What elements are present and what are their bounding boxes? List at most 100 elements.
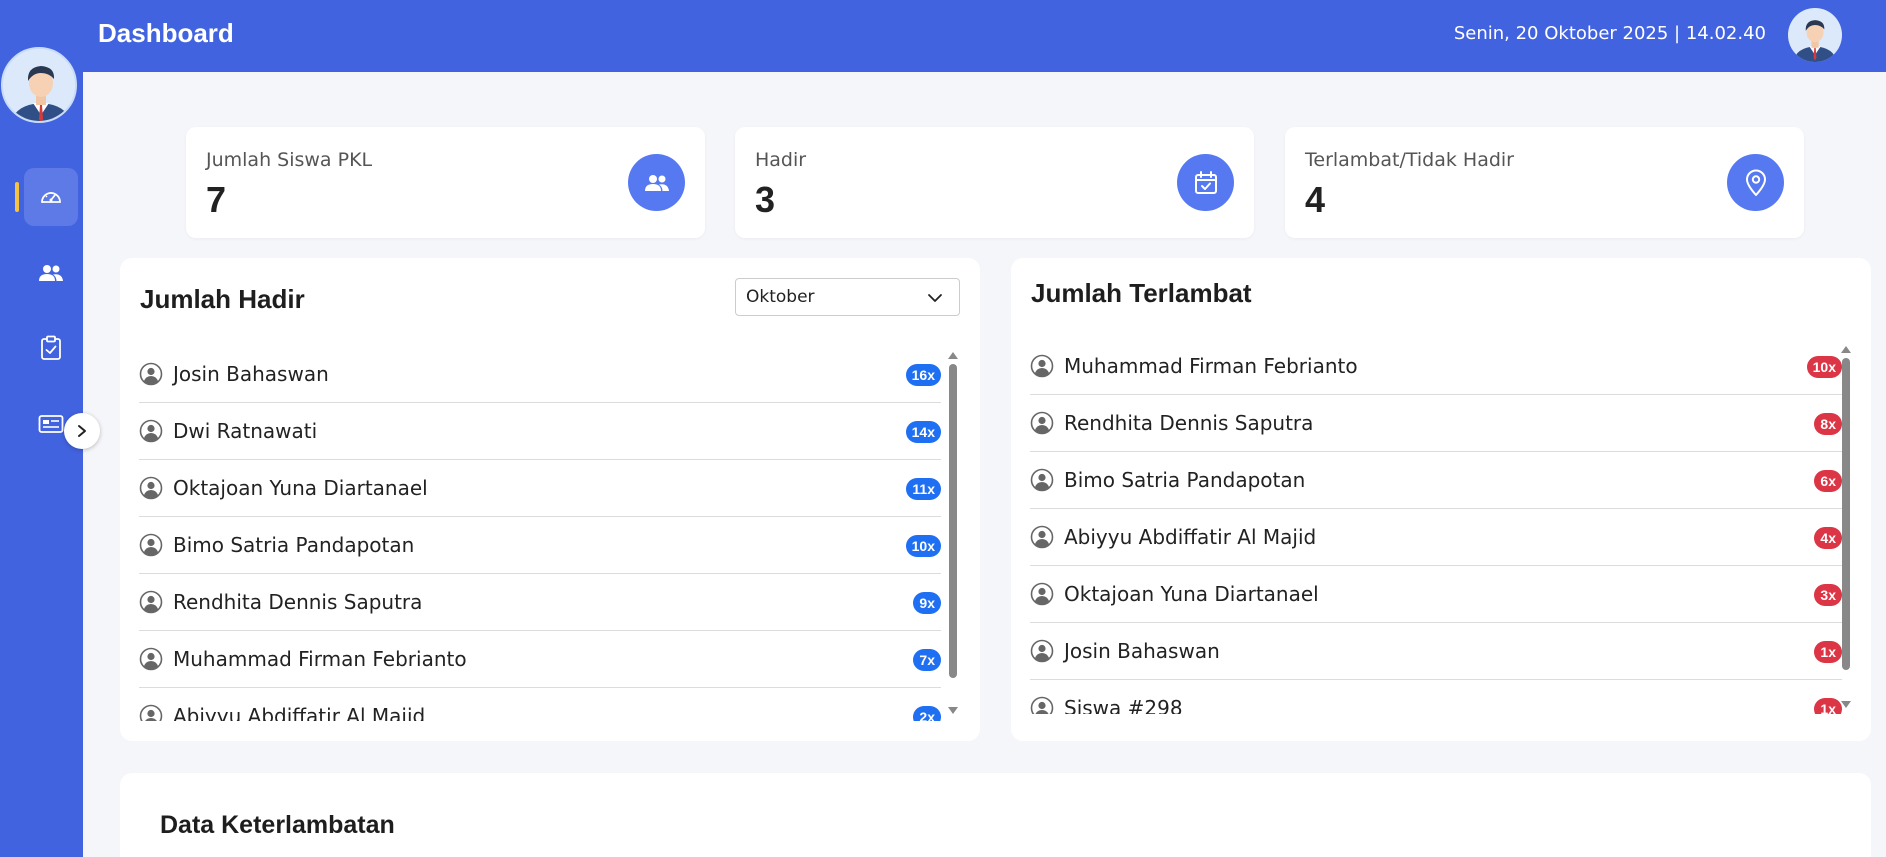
count-badge: 9x [913, 592, 941, 614]
list-item: Rendhita Dennis Saputra 9x [139, 574, 941, 631]
scroll-up-arrow[interactable] [947, 350, 959, 360]
person-icon [1030, 639, 1054, 663]
student-name: Oktajoan Yuna Diartanael [1064, 582, 1319, 606]
count-badge: 8x [1814, 413, 1842, 435]
dashboard-gauge-icon [41, 192, 61, 203]
list-item: Muhammad Firman Febrianto 10x [1030, 338, 1842, 395]
data-keterlambatan-card: Data Keterlambatan [120, 773, 1871, 857]
terlambat-scrollbar[interactable] [1840, 344, 1852, 714]
count-badge: 3x [1814, 584, 1842, 606]
active-indicator [15, 182, 19, 212]
count-badge: 14x [905, 421, 941, 443]
stat-value: 4 [1305, 179, 1326, 220]
count-badge: 16x [905, 364, 941, 386]
list-item: Siswa #298 1x [1030, 680, 1842, 714]
count-badge: 11x [906, 478, 941, 500]
list-item: Muhammad Firman Febrianto 7x [139, 631, 941, 688]
person-icon [139, 419, 163, 443]
person-icon [1030, 468, 1054, 492]
panel-jumlah-terlambat: Jumlah Terlambat Muhammad Firman Febrian… [1011, 258, 1871, 741]
hadir-scrollbar[interactable] [947, 350, 959, 720]
count-badge: 7x [913, 649, 941, 671]
list-item: Oktajoan Yuna Diartanael 3x [1030, 566, 1842, 623]
count-badge: 1x [1814, 641, 1842, 663]
student-name: Siswa #298 [1064, 696, 1183, 714]
person-icon [139, 704, 163, 721]
panel-title: Jumlah Hadir [140, 284, 305, 314]
list-item: Rendhita Dennis Saputra 8x [1030, 395, 1842, 452]
stat-card-terlambat: Terlambat/Tidak Hadir 4 [1285, 127, 1804, 238]
count-badge: 2x [913, 706, 941, 721]
list-item: Bimo Satria Pandapotan 10x [139, 517, 941, 574]
list-item: Abiyyu Abdiffatir Al Majid 4x [1030, 509, 1842, 566]
stat-card-hadir: Hadir 3 [735, 127, 1254, 238]
users-icon [628, 154, 685, 211]
student-name: Abiyyu Abdiffatir Al Majid [173, 704, 426, 721]
sidebar [0, 0, 100, 857]
person-icon [1030, 696, 1054, 714]
student-name: Abiyyu Abdiffatir Al Majid [1064, 525, 1317, 549]
user-avatar[interactable] [1, 47, 77, 123]
page-title: Dashboard [98, 18, 234, 48]
chevron-right-icon [78, 425, 86, 437]
stat-value: 3 [755, 179, 776, 220]
sidebar-item-dashboard[interactable] [24, 168, 78, 226]
top-header: Dashboard Senin, 20 Oktober 2025 | 14.02… [83, 0, 1886, 72]
student-name: Bimo Satria Pandapotan [1064, 468, 1306, 492]
scroll-down-arrow[interactable] [1840, 700, 1852, 710]
student-name: Muhammad Firman Febrianto [173, 647, 467, 671]
panel-title: Jumlah Terlambat [1031, 278, 1252, 308]
student-name: Rendhita Dennis Saputra [1064, 411, 1314, 435]
users-icon [39, 265, 63, 281]
list-item: Dwi Ratnawati 14x [139, 403, 941, 460]
count-badge: 6x [1814, 470, 1842, 492]
sidebar-item-attendance[interactable] [24, 319, 78, 377]
scroll-thumb[interactable] [1842, 358, 1850, 670]
scroll-down-arrow[interactable] [947, 706, 959, 716]
id-card-icon [38, 415, 64, 433]
student-name: Muhammad Firman Febrianto [1064, 354, 1358, 378]
terlambat-list[interactable]: Muhammad Firman Febrianto 10x Rendhita Den… [1030, 338, 1842, 714]
list-item: Abiyyu Abdiffatir Al Majid 2x [139, 688, 941, 721]
person-icon [1030, 525, 1054, 549]
list-item: Josin Bahaswan 16x [139, 346, 941, 403]
list-item: Bimo Satria Pandapotan 6x [1030, 452, 1842, 509]
person-icon [1030, 582, 1054, 606]
scroll-up-arrow[interactable] [1840, 344, 1852, 354]
chevron-down-icon [928, 294, 942, 302]
calendar-check-icon [1177, 154, 1234, 211]
student-name: Oktajoan Yuna Diartanael [173, 476, 428, 500]
person-icon [139, 362, 163, 386]
stat-value: 7 [206, 179, 227, 220]
person-icon [139, 476, 163, 500]
stat-label: Hadir [755, 149, 807, 171]
count-badge: 4x [1814, 527, 1842, 549]
stat-label: Terlambat/Tidak Hadir [1305, 149, 1514, 171]
hadir-list[interactable]: Josin Bahaswan 16x Dwi Ratnawati 14x Oktajoa… [139, 346, 941, 721]
sidebar-toggle-button[interactable] [64, 413, 100, 449]
student-name: Josin Bahaswan [173, 362, 329, 386]
section-title: Data Keterlambatan [160, 811, 395, 839]
panel-jumlah-hadir: Jumlah Hadir Oktober Josin Bahaswan 16x Dw… [120, 258, 980, 741]
header-user-avatar[interactable] [1788, 8, 1842, 62]
stat-card-total: Jumlah Siswa PKL 7 [186, 127, 705, 238]
location-pin-icon [1727, 154, 1784, 211]
clipboard-check-icon [41, 335, 61, 360]
month-select[interactable]: Oktober [735, 278, 960, 316]
month-select-value: Oktober [746, 287, 815, 307]
person-icon [139, 533, 163, 557]
student-name: Bimo Satria Pandapotan [173, 533, 415, 557]
person-icon [139, 590, 163, 614]
sidebar-item-users[interactable] [24, 244, 78, 302]
scroll-thumb[interactable] [949, 364, 957, 678]
list-item: Oktajoan Yuna Diartanael 11x [139, 460, 941, 517]
count-badge: 10x [905, 535, 941, 557]
person-icon [139, 647, 163, 671]
student-name: Rendhita Dennis Saputra [173, 590, 423, 614]
person-icon [1030, 354, 1054, 378]
current-datetime: Senin, 20 Oktober 2025 | 14.02.40 [1453, 23, 1766, 44]
count-badge: 1x [1814, 698, 1842, 714]
list-item: Josin Bahaswan 1x [1030, 623, 1842, 680]
person-icon [1030, 411, 1054, 435]
student-name: Josin Bahaswan [1064, 639, 1220, 663]
